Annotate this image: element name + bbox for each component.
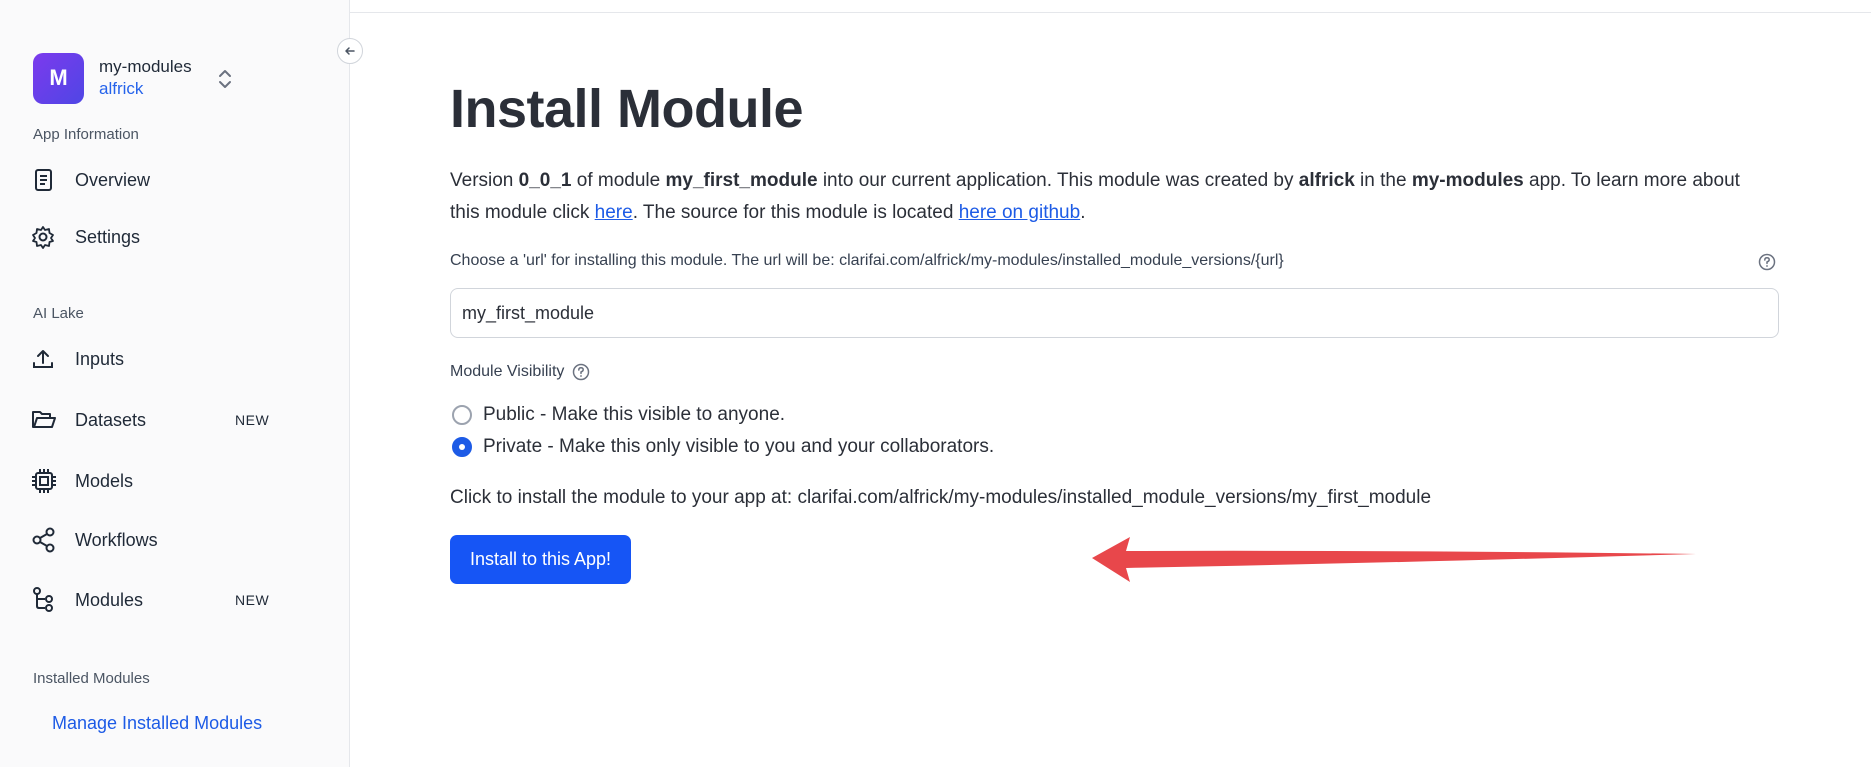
- modules-tree-icon: [30, 585, 66, 615]
- annotation-arrow-icon: [1092, 537, 1696, 582]
- learn-more-link[interactable]: here: [595, 202, 633, 223]
- intro-paragraph: Version 0_0_1 of module my_first_module …: [450, 170, 1740, 223]
- share-nodes-icon: [30, 525, 66, 555]
- upload-icon: [30, 344, 66, 374]
- visibility-label: Module Visibility: [450, 363, 590, 381]
- sidebar-item-workflows[interactable]: Workflows: [30, 520, 290, 560]
- radio-label: Private - Make this only visible to you …: [483, 436, 995, 457]
- creator-name: alfrick: [1298, 170, 1355, 191]
- document-icon: [30, 165, 66, 195]
- arrow-left-icon: [345, 47, 355, 55]
- section-title-installed-modules: Installed Modules: [33, 670, 150, 687]
- url-input[interactable]: [450, 288, 1779, 338]
- private-radio[interactable]: [452, 437, 472, 457]
- collapse-sidebar-button[interactable]: [337, 38, 363, 64]
- page-title: Install Module: [450, 79, 804, 139]
- github-link[interactable]: here on github: [959, 202, 1081, 223]
- chip-icon: [30, 466, 66, 496]
- sidebar-item-inputs[interactable]: Inputs: [30, 339, 290, 379]
- sidebar-item-label: Modules: [75, 589, 144, 610]
- app-name-inline: my-modules: [1411, 170, 1524, 191]
- help-icon[interactable]: [1758, 253, 1776, 271]
- help-icon[interactable]: [572, 363, 590, 381]
- sidebar-item-label: Overview: [75, 169, 151, 190]
- install-url-info: Click to install the module to your app …: [450, 487, 1432, 508]
- app-owner-link[interactable]: alfrick: [99, 78, 192, 100]
- sidebar-item-label: Datasets: [75, 409, 147, 430]
- app-name: my-modules: [99, 56, 192, 76]
- sidebar-item-label: Models: [75, 470, 134, 491]
- gear-icon: [30, 222, 66, 252]
- section-title-app-information: App Information: [33, 126, 139, 143]
- manage-installed-modules-link[interactable]: Manage Installed Modules: [52, 713, 262, 734]
- visibility-public-option[interactable]: Public - Make this visible to anyone.: [452, 404, 785, 426]
- sidebar-item-models[interactable]: Models: [30, 461, 290, 501]
- sidebar-item-settings[interactable]: Settings: [30, 217, 290, 257]
- radio-label: Public - Make this visible to anyone.: [483, 404, 786, 425]
- sidebar-item-label: Settings: [75, 226, 141, 247]
- public-radio[interactable]: [452, 405, 472, 425]
- version-value: 0_0_1: [518, 170, 572, 191]
- install-button[interactable]: Install to this App!: [450, 535, 631, 584]
- sidebar-item-datasets[interactable]: Datasets NEW: [30, 400, 290, 440]
- section-title-ai-lake: AI Lake: [33, 305, 84, 322]
- sidebar-item-label: Workflows: [75, 529, 158, 550]
- app-avatar: M: [33, 52, 84, 104]
- sidebar-item-label: Inputs: [75, 348, 125, 369]
- new-badge: NEW: [235, 592, 270, 608]
- chevron-up-down-icon[interactable]: [212, 66, 238, 92]
- module-name: my_first_module: [665, 170, 818, 191]
- sidebar-item-overview[interactable]: Overview: [30, 160, 290, 200]
- sidebar: M my-modules alfrick App Information Ove…: [0, 0, 350, 767]
- url-field-label: Choose a 'url' for installing this modul…: [450, 252, 1284, 269]
- folder-icon: [30, 405, 66, 435]
- new-badge: NEW: [235, 412, 270, 428]
- visibility-private-option[interactable]: Private - Make this only visible to you …: [452, 436, 994, 458]
- top-divider: [350, 12, 1871, 13]
- sidebar-item-modules[interactable]: Modules NEW: [30, 580, 290, 620]
